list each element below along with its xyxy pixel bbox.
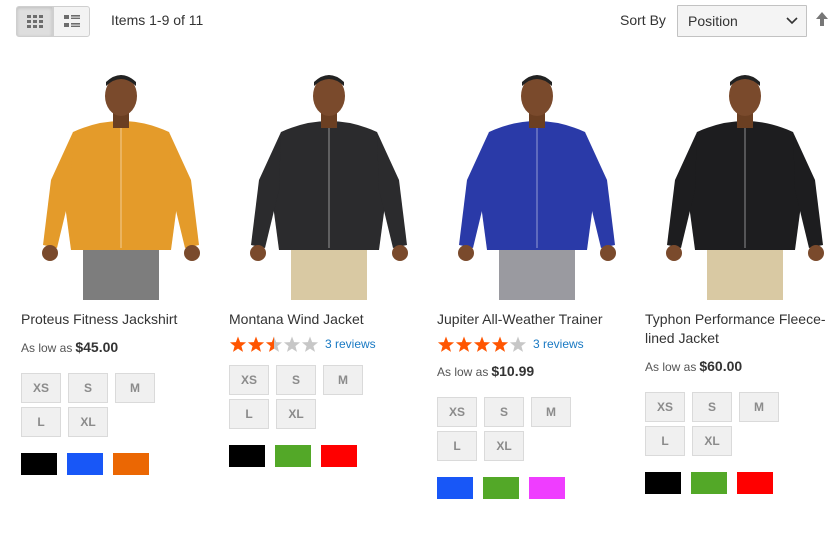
size-option[interactable]: S [276, 365, 316, 395]
color-swatch[interactable] [645, 472, 681, 494]
product-name[interactable]: Montana Wind Jacket [229, 310, 419, 329]
color-swatch[interactable] [67, 453, 103, 475]
sort-by-label: Sort By [620, 12, 666, 28]
product-name[interactable]: Proteus Fitness Jackshirt [21, 310, 211, 329]
color-swatch[interactable] [737, 472, 773, 494]
arrow-up-icon[interactable] [815, 11, 829, 27]
price-prefix: As low as [21, 341, 73, 355]
size-option[interactable]: M [531, 397, 571, 427]
size-option[interactable]: M [739, 392, 779, 422]
price-box: As low as $60.00 [645, 358, 742, 374]
rating-star [283, 336, 301, 352]
color-swatch[interactable] [275, 445, 311, 467]
reviews-link[interactable]: 3 reviews [325, 337, 376, 351]
product-toolbar: Items 1-9 of 11 Sort By Position [0, 0, 832, 42]
size-option[interactable]: XS [437, 397, 477, 427]
grid-mode-button[interactable] [16, 6, 53, 37]
size-option[interactable]: S [68, 373, 108, 403]
size-option[interactable]: XL [68, 407, 108, 437]
product-photo-figure [21, 70, 221, 300]
rating-star [509, 336, 527, 352]
size-option[interactable]: M [323, 365, 363, 395]
rating-star [247, 336, 265, 352]
rating-star [265, 336, 283, 352]
price-amount: $10.99 [491, 363, 535, 379]
color-swatch[interactable] [113, 453, 149, 475]
size-option[interactable]: S [484, 397, 524, 427]
size-option[interactable]: L [229, 399, 269, 429]
product-photo-figure [229, 70, 429, 300]
size-option[interactable]: L [21, 407, 61, 437]
size-option[interactable]: XS [645, 392, 685, 422]
product-photo-figure [645, 70, 832, 300]
rating-star [491, 336, 509, 352]
rating-star [455, 336, 473, 352]
price-amount: $60.00 [699, 358, 743, 374]
size-option[interactable]: L [437, 431, 477, 461]
size-option[interactable]: S [692, 392, 732, 422]
size-option[interactable]: L [645, 426, 685, 456]
list-mode-button[interactable] [53, 6, 90, 37]
product-name[interactable]: Typhon Performance Fleece-lined Jacket [645, 310, 832, 348]
color-swatch[interactable] [483, 477, 519, 499]
rating-star [473, 336, 491, 352]
rating-star [301, 336, 319, 352]
product-photo-figure [437, 70, 637, 300]
price-amount: $45.00 [75, 339, 119, 355]
size-option[interactable]: XL [692, 426, 732, 456]
color-swatch[interactable] [529, 477, 565, 499]
price-prefix: As low as [645, 360, 697, 374]
color-swatch[interactable] [21, 453, 57, 475]
color-swatch[interactable] [321, 445, 357, 467]
sort-select[interactable]: Position [677, 5, 807, 37]
price-box: As low as $45.00 [21, 339, 118, 355]
rating-star [229, 336, 247, 352]
rating-star [437, 336, 455, 352]
product-photo[interactable] [229, 70, 429, 300]
color-swatch[interactable] [229, 445, 265, 467]
reviews-link[interactable]: 3 reviews [533, 337, 584, 351]
price-box: As low as $10.99 [437, 363, 534, 379]
product-photo[interactable] [437, 70, 637, 300]
size-option[interactable]: XL [484, 431, 524, 461]
rating-stars [229, 336, 319, 352]
list-icon [64, 15, 80, 27]
chevron-down-icon [786, 17, 798, 25]
product-name[interactable]: Jupiter All-Weather Trainer [437, 310, 627, 329]
size-option[interactable]: XS [229, 365, 269, 395]
size-option[interactable]: XS [21, 373, 61, 403]
rating-stars [437, 336, 527, 352]
items-count: Items 1-9 of 11 [111, 12, 204, 28]
size-option[interactable]: XL [276, 399, 316, 429]
price-prefix: As low as [437, 365, 489, 379]
size-option[interactable]: M [115, 373, 155, 403]
sort-select-value: Position [688, 13, 738, 29]
product-photo[interactable] [21, 70, 221, 300]
grid-icon [27, 15, 43, 28]
product-photo[interactable] [645, 70, 832, 300]
color-swatch[interactable] [437, 477, 473, 499]
color-swatch[interactable] [691, 472, 727, 494]
